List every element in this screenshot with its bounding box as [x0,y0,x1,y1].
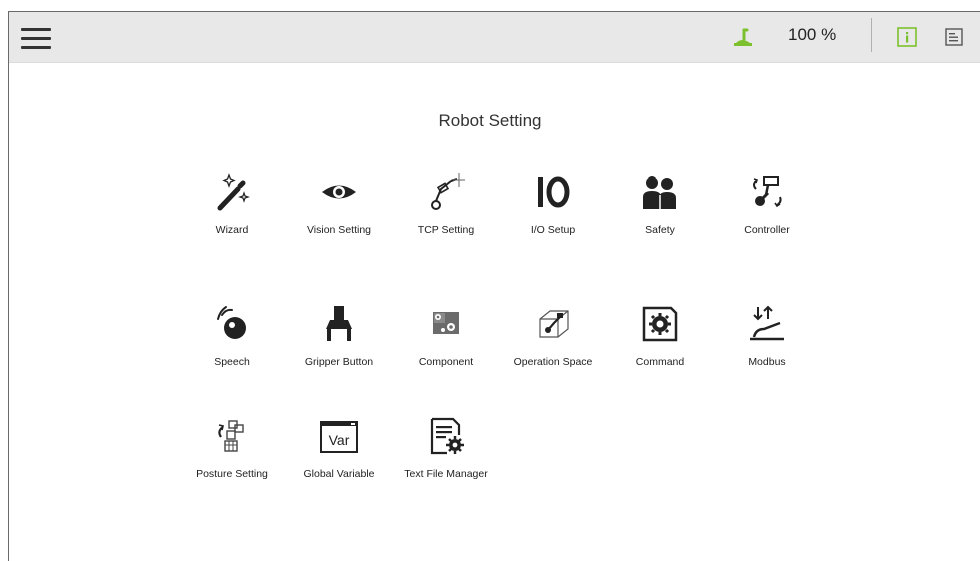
svg-text:Var: Var [329,432,350,448]
tile-command[interactable]: Command [610,303,710,383]
tile-label: I/O Setup [530,224,576,236]
tile-controller[interactable]: Controller [717,171,817,251]
command-icon [642,306,678,342]
divider [871,18,872,52]
operation-space-icon [539,310,569,338]
speech-icon [217,306,246,339]
tile-label: Text File Manager [404,468,488,480]
tile-vision-setting[interactable]: Vision Setting [289,171,389,251]
tile-component[interactable]: Component [396,303,496,383]
tile-label: Global Variable [303,468,375,480]
info-icon[interactable] [897,27,917,47]
document-icon[interactable] [945,28,963,46]
tile-label: Component [418,356,474,368]
modbus-icon [750,305,784,341]
tile-tcp-setting[interactable]: TCP Setting [396,171,496,251]
tile-label: Speech [214,356,250,368]
wizard-wand-icon [217,173,250,211]
eye-icon [322,185,356,199]
tcp-arm-icon [431,173,465,210]
tile-label: Wizard [215,224,249,236]
top-bar: 100 % [9,12,980,63]
tile-label: Vision Setting [306,224,371,236]
gripper-icon [326,306,352,341]
page-title: Robot Setting [438,111,542,130]
io-icon [538,176,570,208]
robot-status-icon[interactable] [732,27,754,47]
tile-label: Modbus [748,356,786,368]
tile-operation-space[interactable]: Operation Space [503,303,603,383]
tile-gripper-button[interactable]: Gripper Button [289,303,389,383]
tile-global-variable[interactable]: Var Global Variable [289,415,389,495]
tile-label: Command [635,356,685,368]
tile-text-file-manager[interactable]: Text File Manager [396,415,496,495]
posture-icon [218,420,244,452]
tile-label: Gripper Button [304,356,374,368]
tile-modbus[interactable]: Modbus [717,303,817,383]
tile-posture-setting[interactable]: Posture Setting [182,415,282,495]
tile-label: Controller [744,224,790,236]
variable-icon: Var [320,421,358,453]
people-icon [643,176,676,209]
tile-label: Safety [645,224,675,236]
tile-label: Posture Setting [196,468,268,480]
speed-value[interactable]: 100 % [788,25,836,45]
tile-label: Operation Space [513,356,593,368]
text-file-icon [430,417,464,455]
tile-speech[interactable]: Speech [182,303,282,383]
tile-label: TCP Setting [417,224,475,236]
tile-wizard[interactable]: Wizard [182,171,282,251]
tile-safety[interactable]: Safety [610,171,710,251]
component-icon [433,312,459,334]
menu-icon[interactable] [21,28,51,50]
controller-icon [753,176,782,208]
tile-io-setup[interactable]: I/O Setup [503,171,603,251]
